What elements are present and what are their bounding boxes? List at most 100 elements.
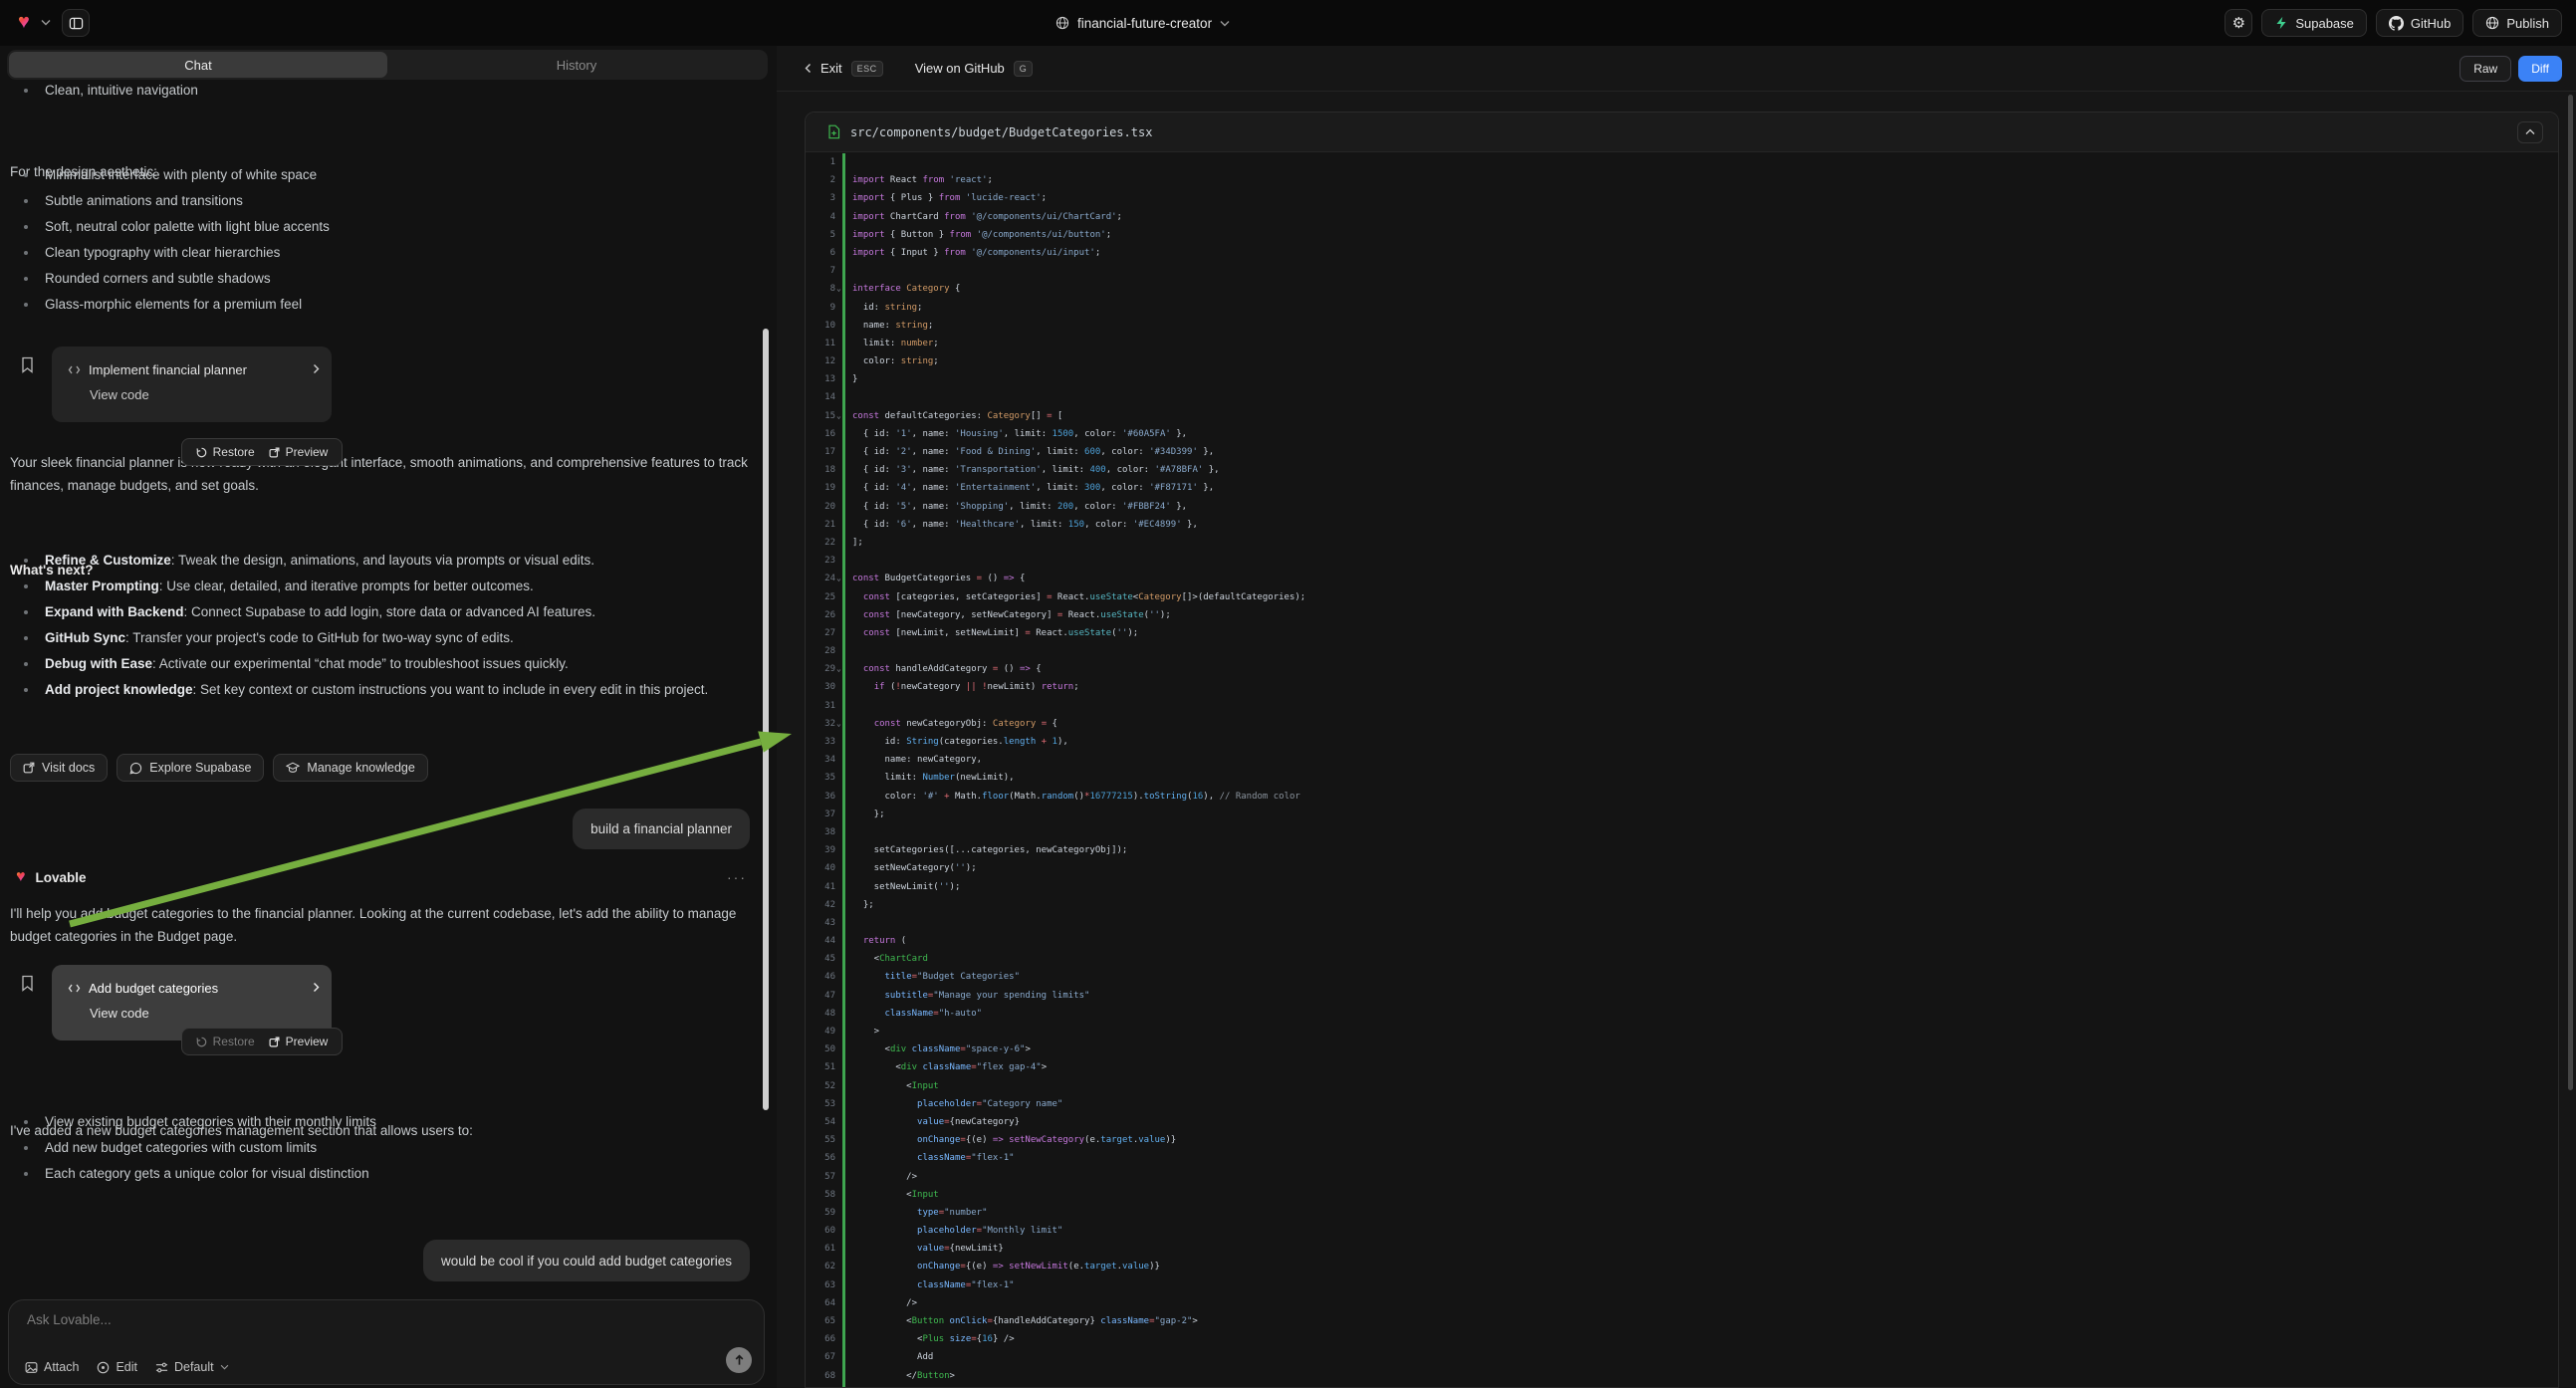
line-number: 35: [806, 769, 835, 787]
chat-history-tabs: Chat History: [7, 50, 768, 80]
view-code-link[interactable]: View code: [90, 387, 149, 402]
code-text: className="h-auto": [852, 1009, 982, 1019]
quick-actions-row: Visit docs Explore Supabase Manage knowl…: [10, 754, 428, 782]
code-line: 24⌄const BudgetCategories = () => {: [806, 570, 2558, 587]
list-item: Subtle animations and transitions: [0, 188, 755, 214]
github-icon: [2389, 16, 2404, 31]
code-text: limit: Number(newLimit),: [852, 773, 1015, 783]
tab-chat[interactable]: Chat: [9, 52, 387, 78]
settings-button[interactable]: ⚙: [2225, 9, 2252, 37]
exit-button[interactable]: Exit: [820, 61, 842, 76]
restore-button[interactable]: Restore: [196, 445, 255, 459]
project-switcher[interactable]: financial-future-creator: [1055, 0, 1230, 46]
line-number: 1: [806, 153, 835, 171]
visit-docs-button[interactable]: Visit docs: [10, 754, 108, 782]
line-number: 29: [806, 660, 835, 678]
file-card-header[interactable]: src/components/budget/BudgetCategories.t…: [806, 113, 2558, 152]
bookmark-icon[interactable]: [20, 356, 35, 373]
code-text: { id: '3', name: 'Transportation', limit…: [852, 465, 1220, 475]
code-line: 31: [806, 697, 2558, 715]
code-line: 47 subtitle="Manage your spending limits…: [806, 987, 2558, 1005]
code-text: setNewCategory('');: [852, 863, 977, 873]
line-number: 65: [806, 1312, 835, 1330]
code-text: className="flex-1": [852, 1153, 1015, 1163]
code-line: 28: [806, 642, 2558, 660]
lovable-logo-icon[interactable]: ♥: [18, 12, 30, 32]
code-text: import ChartCard from '@/components/ui/C…: [852, 212, 1122, 222]
publish-globe-icon: [2485, 16, 2499, 30]
line-number: 10: [806, 317, 835, 335]
code-text: name: string;: [852, 321, 933, 331]
code-text: >: [852, 1027, 879, 1037]
bullet-dot: [24, 303, 28, 307]
chat-input[interactable]: [27, 1312, 724, 1342]
preview-button[interactable]: Preview: [269, 445, 329, 459]
bullet-dot: [24, 1172, 28, 1176]
code-scrollbar[interactable]: [2568, 95, 2573, 1090]
line-number: 21: [806, 516, 835, 534]
list-item: Refine & Customize: Tweak the design, an…: [0, 548, 739, 574]
line-number: 19: [806, 479, 835, 497]
publish-button[interactable]: Publish: [2472, 9, 2562, 37]
code-text: { id: '6', name: 'Healthcare', limit: 15…: [852, 520, 1198, 530]
view-code-link[interactable]: View code: [90, 1006, 149, 1021]
sidebar-toggle-button[interactable]: [62, 9, 90, 37]
code-text: id: String(categories.length + 1),: [852, 737, 1068, 747]
message-menu-button[interactable]: ···: [727, 869, 747, 885]
line-number: 60: [806, 1222, 835, 1240]
line-number: 23: [806, 552, 835, 570]
mode-selector[interactable]: Default: [155, 1360, 229, 1374]
code-line: 1: [806, 153, 2558, 171]
code-text: <Input: [852, 1190, 939, 1200]
line-number: 53: [806, 1095, 835, 1113]
line-number: 40: [806, 859, 835, 877]
top-bar: ♥ financial-future-creator ⚙ Supabase: [0, 0, 2576, 46]
code-text: { id: '2', name: 'Food & Dining', limit:…: [852, 447, 1214, 457]
back-chevron-icon[interactable]: [805, 63, 812, 74]
view-on-github-link[interactable]: View on GitHub: [915, 61, 1005, 76]
supabase-button[interactable]: Supabase: [2261, 9, 2367, 37]
code-text: const [categories, setCategories] = Reac…: [852, 592, 1305, 602]
line-number: 9: [806, 299, 835, 317]
code-line: 59 type="number": [806, 1204, 2558, 1222]
line-number: 57: [806, 1168, 835, 1186]
code-line: 6import { Input } from '@/components/ui/…: [806, 244, 2558, 262]
logo-chevron-down-icon[interactable]: [41, 19, 51, 26]
github-button[interactable]: GitHub: [2376, 9, 2463, 37]
attach-button[interactable]: Attach: [25, 1360, 79, 1374]
edit-mode-button[interactable]: Edit: [97, 1360, 137, 1374]
chevron-right-icon: [313, 982, 320, 993]
docs-external-icon: [23, 762, 35, 774]
send-button[interactable]: [726, 1347, 752, 1373]
code-text: <Button onClick={handleAddCategory} clas…: [852, 1316, 1198, 1326]
sliders-icon: [155, 1361, 168, 1374]
summary-paragraph: Your sleek financial planner is now read…: [10, 451, 749, 497]
preview-button[interactable]: Preview: [269, 1035, 329, 1048]
code-line: 12 color: string;: [806, 352, 2558, 370]
list-item: Add project knowledge: Set key context o…: [0, 677, 739, 703]
list-item: Each category gets a unique color for vi…: [0, 1161, 755, 1187]
code-text: onChange={(e) => setNewLimit(e.target.va…: [852, 1262, 1160, 1272]
bullet-dot: [24, 251, 28, 255]
line-number: 48: [806, 1005, 835, 1023]
line-number: 15: [806, 407, 835, 425]
raw-toggle-button[interactable]: Raw: [2459, 56, 2511, 82]
diff-toggle-button[interactable]: Diff: [2518, 56, 2562, 82]
version-card-implement-financial-planner[interactable]: Implement financial planner View code: [52, 347, 332, 422]
chat-scrollbar[interactable]: [763, 329, 769, 1110]
manage-knowledge-button[interactable]: Manage knowledge: [273, 754, 427, 782]
code-text: setCategories([...categories, newCategor…: [852, 845, 1127, 855]
explore-supabase-button[interactable]: Explore Supabase: [117, 754, 264, 782]
code-line: 65 <Button onClick={handleAddCategory} c…: [806, 1312, 2558, 1330]
tab-history[interactable]: History: [387, 52, 766, 78]
code-line: 9 id: string;: [806, 299, 2558, 317]
line-number: 34: [806, 751, 835, 769]
graduation-cap-icon: [286, 762, 300, 774]
code-line: 57 />: [806, 1168, 2558, 1186]
list-item: GitHub Sync: Transfer your project's cod…: [0, 625, 739, 651]
code-line: 66 <Plus size={16} />: [806, 1330, 2558, 1348]
code-line: 29⌄ const handleAddCategory = () => {: [806, 660, 2558, 678]
collapse-file-button[interactable]: [2517, 121, 2543, 143]
restore-button-disabled[interactable]: Restore: [196, 1035, 255, 1048]
bookmark-icon[interactable]: [20, 975, 35, 992]
